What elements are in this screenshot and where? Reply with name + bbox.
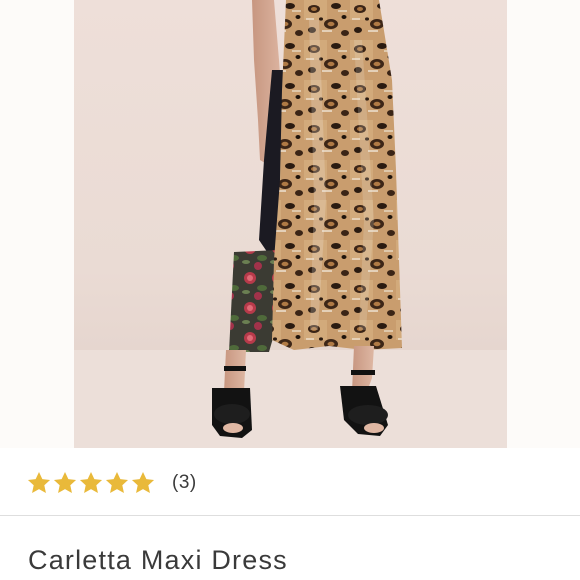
star-icon <box>104 470 130 496</box>
star-icon <box>26 470 52 496</box>
star-rating <box>26 470 156 496</box>
product-title: Carletta Maxi Dress <box>28 545 288 575</box>
review-count[interactable]: (3) <box>172 472 197 494</box>
product-photo[interactable] <box>74 0 507 448</box>
star-icon <box>78 470 104 496</box>
product-image-area <box>0 0 580 448</box>
star-icon <box>52 470 78 496</box>
dress-illustration <box>74 0 507 448</box>
star-icon <box>130 470 156 496</box>
rating-row[interactable]: (3) <box>26 466 197 500</box>
divider <box>0 515 580 516</box>
